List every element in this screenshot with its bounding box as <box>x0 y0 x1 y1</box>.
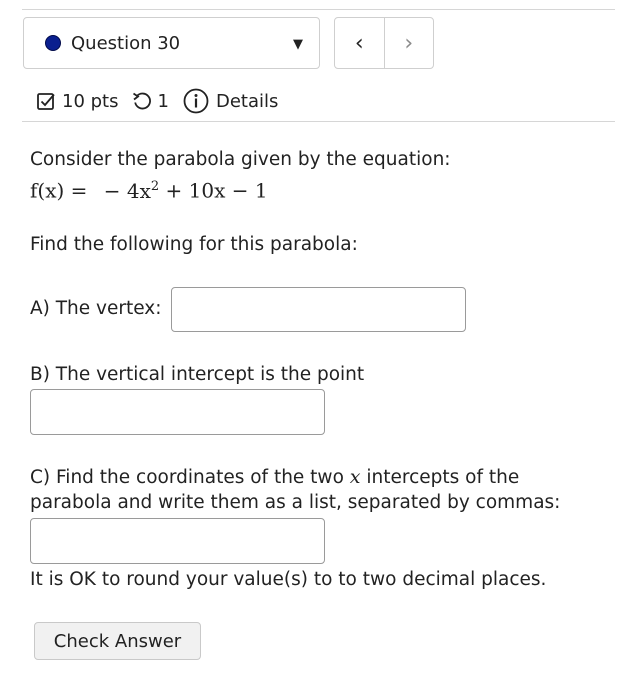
part-c-variable: x <box>349 466 361 488</box>
section-divider <box>22 121 615 122</box>
check-answer-button[interactable]: Check Answer <box>34 622 201 660</box>
part-c-line2: parabola and write them as a list, separ… <box>30 492 561 513</box>
equation-lhs: f(x) = <box>30 178 88 203</box>
points-text: 10 pts <box>62 90 119 112</box>
vertex-input[interactable] <box>171 287 466 332</box>
details-toggle[interactable]: Details <box>183 88 278 114</box>
attempts-count: 1 <box>157 90 169 112</box>
equation-exponent: 2 <box>150 179 160 194</box>
question-nav-group: ‹ › <box>334 17 434 69</box>
part-c-text-post: intercepts of the <box>360 467 520 488</box>
top-divider <box>22 9 615 10</box>
checkbox-icon <box>36 91 56 111</box>
part-b-label: B) The vertical intercept is the point <box>30 364 365 385</box>
question-selector[interactable]: Question 30 ▼ <box>23 17 320 69</box>
problem-intro: Consider the parabola given by the equat… <box>30 149 451 170</box>
points-indicator: 10 pts <box>36 91 119 112</box>
attempts-indicator: 1 <box>131 90 169 112</box>
part-a-label: A) The vertex: <box>30 298 162 319</box>
next-question-button[interactable]: › <box>385 18 434 68</box>
part-c-line1: C) Find the coordinates of the two x int… <box>30 464 519 491</box>
part-c-text-pre: C) Find the coordinates of the two <box>30 467 350 488</box>
dropdown-caret-icon: ▼ <box>293 37 303 52</box>
equation-rhs-suffix: + 10x − 1 <box>159 178 268 203</box>
question-meta: 10 pts 1 Details <box>36 88 278 114</box>
equation: f(x) = − 4x2 + 10x − 1 <box>30 174 268 204</box>
details-label: Details <box>215 90 279 112</box>
previous-question-button[interactable]: ‹ <box>335 18 385 68</box>
rounding-note: It is OK to round your value(s) to to tw… <box>30 569 547 590</box>
retry-icon <box>131 90 153 112</box>
equation-rhs-prefix: − 4x <box>103 178 151 203</box>
question-label: Question 30 <box>71 32 181 54</box>
info-icon <box>183 88 209 114</box>
problem-prompt: Find the following for this parabola: <box>30 234 358 255</box>
vertical-intercept-input[interactable] <box>30 389 325 435</box>
x-intercepts-input[interactable] <box>30 518 325 564</box>
question-status-dot <box>45 35 61 51</box>
